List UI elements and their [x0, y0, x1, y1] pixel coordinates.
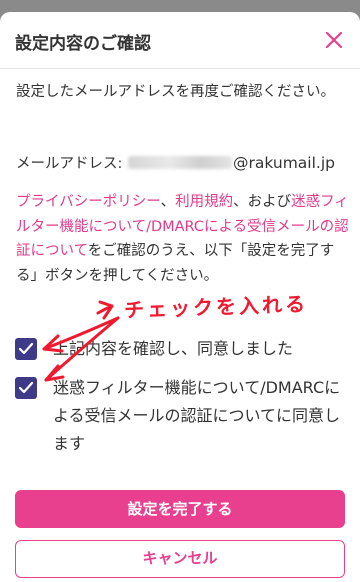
email-line: メールアドレス: @rakumail.jp: [16, 152, 351, 175]
and-text: 、および: [233, 194, 292, 210]
check-icon: [18, 342, 34, 355]
dialog-title: 設定内容のご確認: [15, 34, 151, 54]
email-username-redacted: [128, 156, 232, 169]
agreement-text: プライバシーポリシー、利用規約、および迷惑フィルター機能について/DMARCによ…: [16, 190, 350, 288]
email-label: メールアドレス:: [16, 156, 123, 172]
email-domain: @rakumail.jp: [233, 154, 335, 172]
close-icon[interactable]: [322, 28, 346, 52]
title-divider: [0, 68, 360, 69]
spam-agree-checkbox[interactable]: [15, 377, 37, 399]
check-icon: [18, 381, 34, 394]
instruction-text: 設定したメールアドレスを再度ご確認ください。: [16, 84, 335, 100]
complete-settings-button[interactable]: 設定を完了する: [15, 490, 345, 528]
terms-link[interactable]: 利用規約: [175, 194, 233, 210]
cancel-button[interactable]: キャンセル: [15, 540, 345, 578]
privacy-policy-link[interactable]: プライバシーポリシー: [16, 194, 161, 210]
agree-checkbox[interactable]: [15, 338, 37, 360]
agree-checkbox-label[interactable]: 上記内容を確認し、同意しました: [53, 335, 343, 363]
separator-text: 、: [160, 194, 176, 210]
spam-agree-checkbox-label[interactable]: 迷惑フィルター機能について/DMARCによる受信メールの認証についてに同意します: [53, 374, 343, 458]
